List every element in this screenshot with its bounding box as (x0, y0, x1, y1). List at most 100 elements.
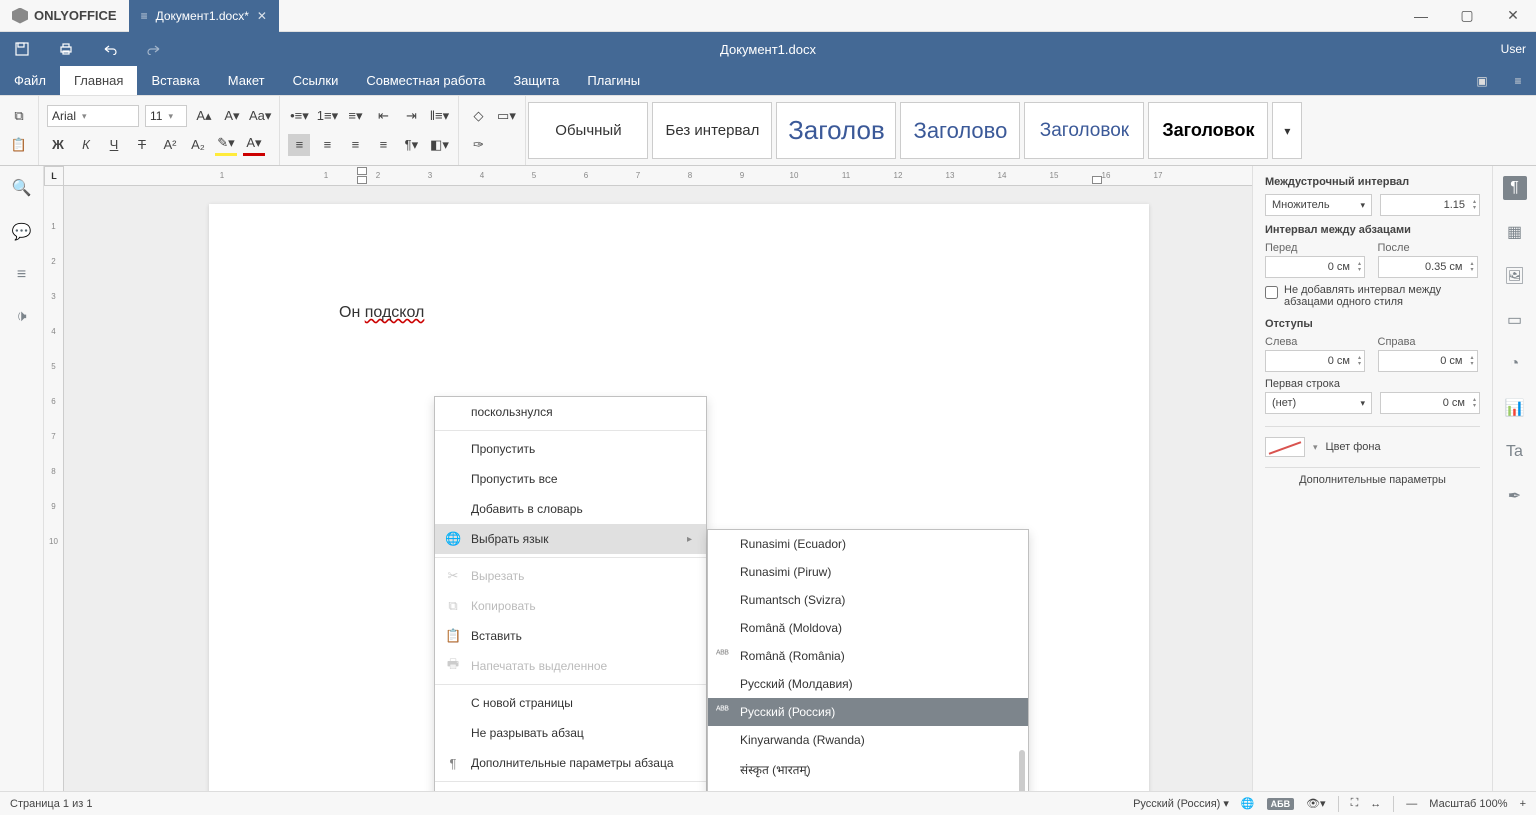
indent-marker-bottom[interactable] (357, 176, 367, 184)
collapse-ribbon-icon[interactable]: ≡ (1500, 66, 1536, 95)
lang-option[interactable]: Rumantsch (Svizra) (708, 586, 1028, 614)
lang-option[interactable]: ᴬᴮᴮRomână (România) (708, 642, 1028, 670)
first-line-value[interactable]: 0 см (1380, 392, 1480, 414)
close-window-button[interactable]: ✕ (1490, 0, 1536, 32)
status-language[interactable]: Русский (Россия) ▾ (1133, 797, 1229, 810)
align-right-button[interactable]: ≡ (344, 134, 366, 156)
open-location-icon[interactable]: ▣ (1464, 66, 1500, 95)
zoom-out-button[interactable]: — (1406, 798, 1417, 810)
ctx-choose-language[interactable]: 🌐Выбрать язык▸ (435, 524, 706, 554)
align-left-button[interactable]: ≡ (288, 134, 310, 156)
header-footer-icon[interactable]: ▭ (1503, 308, 1527, 332)
tab-references[interactable]: Ссылки (279, 66, 353, 95)
feedback-icon[interactable]: 🕩 (16, 308, 26, 326)
user-label[interactable]: User (1501, 42, 1526, 56)
redo-button[interactable] (132, 32, 176, 66)
ctx-skip[interactable]: Пропустить (435, 434, 706, 464)
tab-file[interactable]: Файл (0, 66, 60, 95)
more-params-link[interactable]: Дополнительные параметры (1265, 467, 1480, 492)
after-value[interactable]: 0.35 см (1378, 256, 1478, 278)
style-normal[interactable]: Обычный (528, 102, 648, 159)
left-value[interactable]: 0 см (1265, 350, 1365, 372)
ctx-new-page[interactable]: С новой страницы (435, 688, 706, 718)
first-line-select[interactable]: (нет)▾ (1265, 392, 1372, 414)
highlight-button[interactable]: ✎▾ (215, 134, 237, 156)
comments-icon[interactable]: 💬 (12, 222, 32, 242)
lang-option[interactable]: Runasimi (Ecuador) (708, 530, 1028, 558)
tab-collaboration[interactable]: Совместная работа (352, 66, 499, 95)
superscript-button[interactable]: A² (159, 134, 181, 156)
decrease-indent-button[interactable]: ⇤ (372, 105, 394, 127)
font-color-button[interactable]: A▾ (243, 134, 265, 156)
indent-marker-right[interactable] (1092, 176, 1102, 184)
bullets-button[interactable]: •≡▾ (288, 105, 310, 127)
status-globe-icon[interactable]: 🌐 (1241, 797, 1255, 810)
track-changes-icon[interactable]: 👁▾ (1306, 797, 1326, 810)
misspelled-word[interactable]: подскол (365, 304, 425, 321)
tab-layout[interactable]: Макет (214, 66, 279, 95)
image-settings-icon[interactable]: 🖼 (1503, 264, 1527, 288)
no-space-checkbox[interactable] (1265, 286, 1278, 299)
maximize-button[interactable]: ▢ (1444, 0, 1490, 32)
insert-shape-button[interactable]: ▭▾ (495, 105, 517, 127)
style-h3[interactable]: Заголовок (1024, 102, 1144, 159)
lang-option[interactable]: संस्कृत (भारतम्) (708, 754, 1028, 785)
textart-settings-icon[interactable]: Ta (1503, 440, 1527, 464)
ctx-no-break[interactable]: Не разрывать абзац (435, 718, 706, 748)
lang-option[interactable]: Kinyarwanda (Rwanda) (708, 726, 1028, 754)
style-h2[interactable]: Заголово (900, 102, 1020, 159)
increase-font-icon[interactable]: A▴ (193, 105, 215, 127)
table-settings-icon[interactable]: ▦ (1503, 220, 1527, 244)
ctx-paste[interactable]: 📋Вставить (435, 621, 706, 651)
italic-button[interactable]: К (75, 134, 97, 156)
font-select[interactable]: Arial▾ (47, 105, 139, 127)
right-value[interactable]: 0 см (1378, 350, 1478, 372)
ctx-add-comment[interactable]: 💬Добавить комментарий (435, 785, 706, 791)
ctx-skip-all[interactable]: Пропустить все (435, 464, 706, 494)
paragraph-settings-icon[interactable]: ¶ (1503, 176, 1527, 200)
style-nospace[interactable]: Без интервал (652, 102, 772, 159)
ruler-horizontal[interactable]: 11234567891011121314151617 (64, 166, 1252, 186)
shape-settings-icon[interactable]: ◔ (1503, 352, 1527, 376)
fit-width-icon[interactable]: ↔ (1370, 798, 1381, 810)
ctx-add-dictionary[interactable]: Добавить в словарь (435, 494, 706, 524)
document-text[interactable]: Он подскол (339, 304, 424, 322)
tab-insert[interactable]: Вставка (137, 66, 213, 95)
underline-button[interactable]: Ч (103, 134, 125, 156)
align-justify-button[interactable]: ≡ (372, 134, 394, 156)
copy-style-button[interactable]: ✑ (467, 134, 489, 156)
headings-icon[interactable]: ≡ (17, 266, 26, 284)
subscript-button[interactable]: A₂ (187, 134, 209, 156)
lang-option[interactable]: Runasimi (Piruw) (708, 558, 1028, 586)
spellcheck-badge[interactable]: АБВ (1267, 798, 1294, 810)
search-icon[interactable]: 🔍 (12, 178, 32, 198)
tab-home[interactable]: Главная (60, 66, 137, 95)
minimize-button[interactable]: — (1398, 0, 1444, 32)
decrease-font-icon[interactable]: A▾ (221, 105, 243, 127)
clear-style-button[interactable]: ◇ (467, 105, 489, 127)
close-tab-icon[interactable]: ✕ (257, 9, 267, 23)
align-center-button[interactable]: ≡ (316, 134, 338, 156)
line-spacing-button[interactable]: ‖≡▾ (428, 105, 450, 127)
nonprinting-button[interactable]: ¶▾ (400, 134, 422, 156)
before-value[interactable]: 0 см (1265, 256, 1365, 278)
lang-option[interactable]: Русский (Молдавия) (708, 670, 1028, 698)
styles-more-button[interactable]: ▾ (1272, 102, 1302, 159)
zoom-label[interactable]: Масштаб 100% (1429, 798, 1507, 810)
change-case-icon[interactable]: Aa▾ (249, 105, 271, 127)
ruler-vertical[interactable]: 12345678910 (44, 186, 64, 791)
lang-option[interactable]: Română (Moldova) (708, 614, 1028, 642)
multilevel-button[interactable]: ≡▾ (344, 105, 366, 127)
numbering-button[interactable]: 1≡▾ (316, 105, 338, 127)
paste-icon[interactable]: 📋 (8, 134, 30, 156)
signature-icon[interactable]: ✒ (1503, 484, 1527, 508)
page-counter[interactable]: Страница 1 из 1 (10, 798, 92, 810)
fit-page-icon[interactable]: ⛶ (1351, 797, 1359, 810)
print-button[interactable] (44, 32, 88, 66)
tab-plugins[interactable]: Плагины (573, 66, 654, 95)
bg-color-swatch[interactable] (1265, 437, 1305, 457)
save-button[interactable] (0, 32, 44, 66)
document-area[interactable]: L 11234567891011121314151617 12345678910… (44, 166, 1252, 791)
style-h1[interactable]: Заголов (776, 102, 896, 159)
lang-option[interactable]: ᴬᴮᴮРусский (Россия) (708, 698, 1028, 726)
